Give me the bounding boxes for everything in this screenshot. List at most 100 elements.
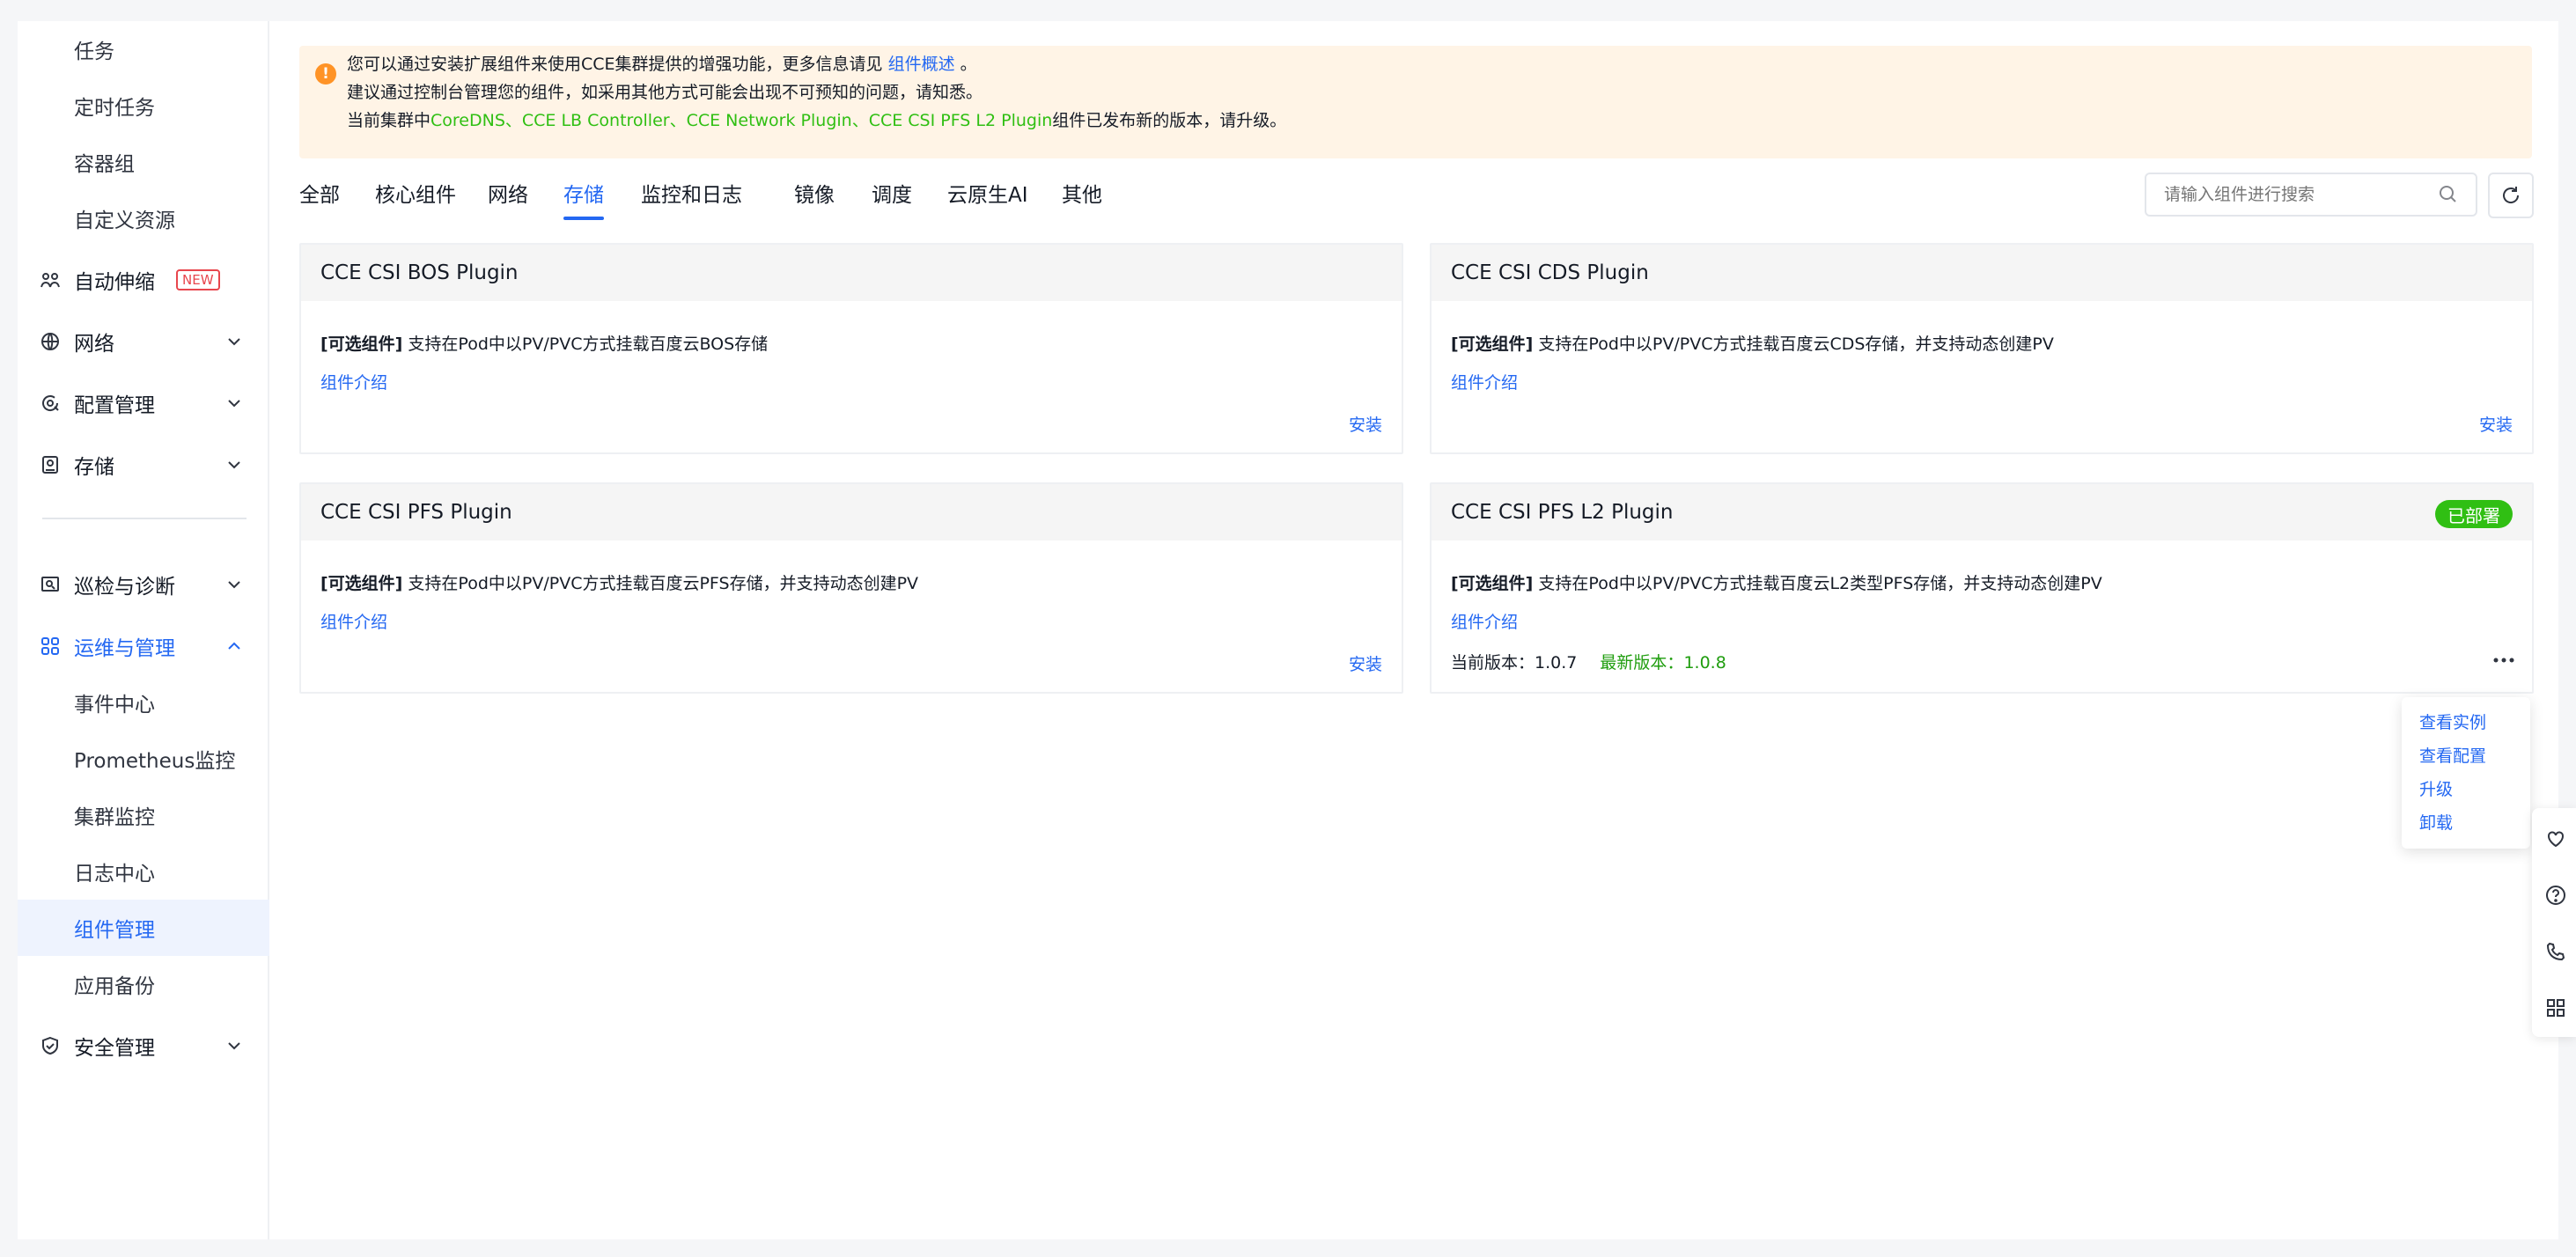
sidebar-item-config[interactable]: 配置管理 xyxy=(18,375,269,431)
menu-item-view-instances[interactable]: 查看实例 xyxy=(2419,709,2486,733)
sidebar-divider xyxy=(42,518,247,519)
chevron-down-icon xyxy=(228,400,240,408)
card-description-text: 支持在Pod中以PV/PVC方式挂载百度云BOS存储 xyxy=(408,334,769,354)
card-description-text: 支持在Pod中以PV/PVC方式挂载百度云PFS存储，并支持动态创建PV xyxy=(408,574,919,593)
tab-all[interactable]: 全部 xyxy=(299,176,340,229)
tab-core[interactable]: 核心组件 xyxy=(375,176,456,229)
sidebar-item-app-backup[interactable]: 应用备份 xyxy=(18,956,269,1012)
sidebar-item-ops[interactable]: 运维与管理 xyxy=(18,618,269,674)
sidebar-item-tasks[interactable]: 任务 xyxy=(18,21,269,77)
component-card-cds: CCE CSI CDS Plugin [可选组件] 支持在Pod中以PV/PVC… xyxy=(1430,243,2534,454)
sidebar-item-log-center[interactable]: 日志中心 xyxy=(18,843,269,900)
card-description: [可选组件] 支持在Pod中以PV/PVC方式挂载百度云L2类型PFS存储，并支… xyxy=(1451,570,2102,594)
sidebar-item-label: 网络 xyxy=(74,333,114,356)
sidebar-item-component-management[interactable]: 组件管理 xyxy=(18,900,269,956)
tab-images[interactable]: 镜像 xyxy=(794,176,835,229)
autoscale-icon xyxy=(39,268,62,291)
sidebar-item-custom-resources[interactable]: 自定义资源 xyxy=(18,190,269,246)
floating-toolbar xyxy=(2532,808,2576,1037)
tab-cloud-native-ai[interactable]: 云原生AI xyxy=(947,176,1028,229)
chevron-up-icon xyxy=(228,642,240,650)
chevron-down-icon xyxy=(228,461,240,469)
card-title: CCE CSI PFS Plugin xyxy=(301,484,1402,540)
card-description: [可选组件] 支持在Pod中以PV/PVC方式挂载百度云PFS存储，并支持动态创… xyxy=(320,570,918,594)
component-intro-link[interactable]: 组件介绍 xyxy=(320,609,387,633)
app-frame: 任务 定时任务 容器组 自定义资源 自动伸缩 NEW 网络 配置管理 存储 巡检… xyxy=(18,21,2558,1239)
new-badge: NEW xyxy=(176,269,220,290)
sidebar-item-network[interactable]: 网络 xyxy=(18,313,269,370)
optional-tag: [可选组件] xyxy=(1451,334,1534,354)
sidebar-item-label: 定时任务 xyxy=(74,97,155,120)
chevron-down-icon xyxy=(228,1042,240,1050)
refresh-button[interactable] xyxy=(2488,173,2534,218)
tab-other[interactable]: 其他 xyxy=(1062,176,1102,229)
sidebar-item-label: 应用备份 xyxy=(74,975,155,998)
tab-storage[interactable]: 存储 xyxy=(563,176,604,229)
sidebar-item-cluster-monitor[interactable]: 集群监控 xyxy=(18,787,269,843)
component-card-pfs-l2: CCE CSI PFS L2 Plugin 已部署 [可选组件] 支持在Pod中… xyxy=(1430,482,2534,694)
component-overview-link[interactable]: 组件概述 xyxy=(888,55,955,74)
search-icon[interactable] xyxy=(2437,183,2460,206)
latest-version: 1.0.8 xyxy=(1683,653,1726,673)
sidebar-item-security[interactable]: 安全管理 xyxy=(18,1018,269,1074)
component-card-pfs: CCE CSI PFS Plugin [可选组件] 支持在Pod中以PV/PVC… xyxy=(299,482,1403,694)
sidebar-item-label: 事件中心 xyxy=(74,694,155,717)
favorite-icon[interactable] xyxy=(2544,827,2567,850)
sidebar-item-pods[interactable]: 容器组 xyxy=(18,134,269,190)
warning-icon: ! xyxy=(315,63,336,85)
notice-line-2: 建议通过控制台管理您的组件，如采用其他方式可能会出现不可预知的问题，请知悉。 xyxy=(347,83,983,102)
apps-grid-icon[interactable] xyxy=(2544,996,2567,1019)
shield-icon xyxy=(39,1034,62,1057)
card-title: CCE CSI BOS Plugin xyxy=(301,245,1402,301)
latest-version-info: 最新版本：1.0.8 xyxy=(1600,653,1726,673)
current-version: 1.0.7 xyxy=(1535,653,1578,673)
sidebar-item-cron-tasks[interactable]: 定时任务 xyxy=(18,77,269,134)
menu-item-view-config[interactable]: 查看配置 xyxy=(2419,743,2486,767)
card-description-text: 支持在Pod中以PV/PVC方式挂载百度云CDS存储，并支持动态创建PV xyxy=(1538,334,2054,354)
actions-dropdown: 查看实例 查看配置 升级 卸载 xyxy=(2402,697,2530,849)
deployed-badge: 已部署 xyxy=(2435,500,2513,528)
sidebar-item-event-center[interactable]: 事件中心 xyxy=(18,674,269,731)
tab-monitoring-logs[interactable]: 监控和日志 xyxy=(641,176,742,229)
menu-item-upgrade[interactable]: 升级 xyxy=(2419,776,2453,800)
menu-item-uninstall[interactable]: 卸载 xyxy=(2419,810,2453,834)
sidebar-item-storage[interactable]: 存储 xyxy=(18,437,269,493)
install-button[interactable]: 安装 xyxy=(1349,651,1382,675)
tab-network[interactable]: 网络 xyxy=(488,176,528,229)
sidebar-item-label: 组件管理 xyxy=(74,919,155,942)
chevron-down-icon xyxy=(228,581,240,589)
more-icon[interactable] xyxy=(2491,651,2516,669)
sidebar-item-label: 任务 xyxy=(74,40,114,63)
phone-icon[interactable] xyxy=(2544,940,2567,963)
component-intro-link[interactable]: 组件介绍 xyxy=(1451,609,1518,633)
search-input[interactable] xyxy=(2145,173,2477,217)
ops-icon xyxy=(39,635,62,658)
help-icon[interactable] xyxy=(2544,884,2567,907)
notice-text: 。 xyxy=(960,55,977,74)
inspect-icon xyxy=(39,573,62,596)
sidebar-item-label: 运维与管理 xyxy=(74,637,175,660)
tab-scheduling[interactable]: 调度 xyxy=(872,176,912,229)
notice-line-1: 您可以通过安装扩展组件来使用CCE集群提供的增强功能，更多信息请见 组件概述 。 xyxy=(347,51,977,77)
sidebar-item-label: 配置管理 xyxy=(74,394,155,417)
card-title: CCE CSI PFS L2 Plugin xyxy=(1432,484,2532,540)
current-version-label: 当前版本： xyxy=(1451,653,1535,673)
latest-version-label: 最新版本： xyxy=(1600,653,1684,673)
storage-icon xyxy=(39,453,62,476)
component-intro-link[interactable]: 组件介绍 xyxy=(320,370,387,393)
sidebar-item-inspection[interactable]: 巡检与诊断 xyxy=(18,556,269,613)
card-description: [可选组件] 支持在Pod中以PV/PVC方式挂载百度云CDS存储，并支持动态创… xyxy=(1451,331,2054,355)
notice-line-3: 当前集群中CoreDNS、CCE LB Controller、CCE Netwo… xyxy=(347,107,1286,134)
sidebar: 任务 定时任务 容器组 自定义资源 自动伸缩 NEW 网络 配置管理 存储 巡检… xyxy=(18,21,269,1239)
component-intro-link[interactable]: 组件介绍 xyxy=(1451,370,1518,393)
sidebar-item-label: 存储 xyxy=(74,456,114,479)
sidebar-item-label: 安全管理 xyxy=(74,1037,155,1060)
sidebar-item-prometheus[interactable]: Prometheus监控 xyxy=(18,731,269,787)
card-description: [可选组件] 支持在Pod中以PV/PVC方式挂载百度云BOS存储 xyxy=(320,331,768,355)
sidebar-item-label: 自定义资源 xyxy=(74,210,175,232)
version-info: 当前版本：1.0.7 最新版本：1.0.8 xyxy=(1451,650,1726,673)
card-title: CCE CSI CDS Plugin xyxy=(1432,245,2532,301)
install-button[interactable]: 安装 xyxy=(2479,412,2513,436)
sidebar-item-autoscale[interactable]: 自动伸缩 NEW xyxy=(18,252,269,308)
install-button[interactable]: 安装 xyxy=(1349,412,1382,436)
